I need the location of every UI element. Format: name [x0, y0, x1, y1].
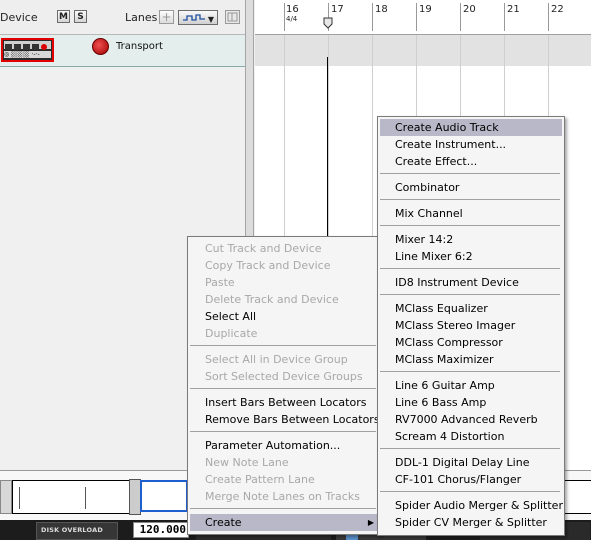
- tempo-display[interactable]: 120.000: [133, 522, 189, 538]
- disk-overload-indicator: DISK OVERLOAD: [36, 522, 118, 540]
- menu-item-duplicate[interactable]: Duplicate: [190, 325, 378, 342]
- menu-separator: [190, 345, 376, 346]
- lane-grid-icon: [227, 12, 238, 22]
- menu-item-create[interactable]: Create ▶: [190, 514, 378, 531]
- submenu-item-rv7000[interactable]: RV7000 Advanced Reverb: [380, 411, 562, 428]
- add-lane-button[interactable]: +: [159, 10, 174, 24]
- menu-item-new-note-lane[interactable]: New Note Lane: [190, 454, 378, 471]
- menu-separator: [380, 268, 560, 269]
- submenu-item-mclass-maximizer[interactable]: MClass Maximizer: [380, 351, 562, 368]
- submenu-item-mclass-equalizer[interactable]: MClass Equalizer: [380, 300, 562, 317]
- transport-controls-icon: [4, 41, 51, 50]
- lane-options-button[interactable]: [225, 10, 240, 24]
- ruler-tick: [416, 3, 417, 31]
- overview-visible-region[interactable]: [140, 480, 188, 512]
- ruler-bar-number: 21: [507, 4, 520, 15]
- ruler-bar-number: 18: [375, 4, 388, 15]
- menu-item-select-all-in-group[interactable]: Select All in Device Group: [190, 351, 378, 368]
- menu-item-insert-bars[interactable]: Insert Bars Between Locators: [190, 394, 378, 411]
- ruler-bar-number: 20: [463, 4, 476, 15]
- overview-left-section[interactable]: [12, 480, 134, 514]
- submenu-item-mix-channel[interactable]: Mix Channel: [380, 205, 562, 222]
- menu-item-remove-bars[interactable]: Remove Bars Between Locators: [190, 411, 380, 428]
- menu-separator: [380, 371, 560, 372]
- bar-ruler[interactable]: 16 4/4 17 18 19 20 21 22: [255, 0, 591, 35]
- transport-track-name: Transport: [116, 41, 163, 52]
- device-column-label: Device: [0, 11, 38, 24]
- transport-lane[interactable]: [255, 35, 591, 66]
- submenu-item-create-audio-track[interactable]: Create Audio Track: [380, 119, 562, 136]
- time-signature-label: 4/4: [286, 15, 298, 23]
- submenu-item-scream-4[interactable]: Scream 4 Distortion: [380, 428, 562, 445]
- chevron-down-icon: ▼: [207, 15, 214, 24]
- menu-separator: [380, 491, 560, 492]
- menu-item-sort-device-groups[interactable]: Sort Selected Device Groups: [190, 368, 378, 385]
- submenu-arrow-icon: ▶: [367, 518, 374, 527]
- menu-separator: [380, 448, 560, 449]
- overview-right-section[interactable]: [563, 480, 591, 514]
- ruler-bar-number: 16: [286, 4, 299, 15]
- submenu-item-ddl-1[interactable]: DDL-1 Digital Delay Line: [380, 454, 562, 471]
- submenu-item-mixer-14-2[interactable]: Mixer 14:2: [380, 231, 562, 248]
- menu-separator: [380, 225, 560, 226]
- automation-wave-icon: [183, 14, 205, 21]
- tempo-value: 120.000: [139, 523, 186, 536]
- submenu-item-id8[interactable]: ID8 Instrument Device: [380, 274, 562, 291]
- menu-separator: [190, 388, 376, 389]
- menu-item-parameter-automation[interactable]: Parameter Automation...: [190, 437, 378, 454]
- transport-track-icon: [92, 38, 109, 55]
- mute-all-button[interactable]: M: [57, 10, 70, 23]
- disk-overload-label: DISK OVERLOAD: [41, 526, 103, 534]
- menu-item-cut-track[interactable]: Cut Track and Device: [190, 240, 378, 257]
- menu-item-create-pattern-lane[interactable]: Create Pattern Lane: [190, 471, 378, 488]
- create-submenu: Create Audio Track Create Instrument... …: [377, 116, 565, 536]
- overview-marker: [85, 487, 86, 509]
- overview-left-edge[interactable]: [0, 480, 12, 514]
- song-position-marker-icon[interactable]: [323, 17, 333, 29]
- submenu-item-create-effect[interactable]: Create Effect...: [380, 153, 562, 170]
- menu-item-create-label: Create: [205, 516, 242, 529]
- ruler-tick: [504, 3, 505, 31]
- ruler-bar-number: 19: [419, 4, 432, 15]
- ruler-bar-number: 17: [331, 4, 344, 15]
- menu-separator: [380, 173, 560, 174]
- submenu-item-line6-guitar-amp[interactable]: Line 6 Guitar Amp: [380, 377, 562, 394]
- ruler-tick: [372, 3, 373, 31]
- submenu-item-mclass-stereo-imager[interactable]: MClass Stereo Imager: [380, 317, 562, 334]
- transport-counter-icon: ◎ ░░░░ ·-·-: [4, 51, 51, 58]
- ruler-bar-number: 22: [551, 4, 564, 15]
- menu-separator: [380, 294, 560, 295]
- menu-separator: [380, 199, 560, 200]
- submenu-item-combinator[interactable]: Combinator: [380, 179, 562, 196]
- transport-device-thumbnail[interactable]: ◎ ░░░░ ·-·-: [1, 38, 54, 62]
- submenu-item-line-mixer-6-2[interactable]: Line Mixer 6:2: [380, 248, 562, 265]
- ruler-tick: [460, 3, 461, 31]
- menu-item-merge-note-lanes[interactable]: Merge Note Lanes on Tracks: [190, 488, 378, 505]
- menu-item-select-all[interactable]: Select All: [190, 308, 378, 325]
- track-list-header: Device M S Lanes + ▼: [0, 0, 245, 35]
- submenu-item-create-instrument[interactable]: Create Instrument...: [380, 136, 562, 153]
- overview-marker: [19, 487, 20, 509]
- lane-type-dropdown[interactable]: ▼: [178, 10, 218, 25]
- submenu-item-cf-101[interactable]: CF-101 Chorus/Flanger: [380, 471, 562, 488]
- track-context-menu: Cut Track and Device Copy Track and Devi…: [187, 236, 381, 535]
- menu-item-paste[interactable]: Paste: [190, 274, 378, 291]
- menu-item-copy-track[interactable]: Copy Track and Device: [190, 257, 378, 274]
- submenu-item-line6-bass-amp[interactable]: Line 6 Bass Amp: [380, 394, 562, 411]
- submenu-item-spider-cv[interactable]: Spider CV Merger & Splitter: [380, 514, 562, 531]
- ruler-tick: [284, 3, 285, 31]
- transport-track-row[interactable]: ◎ ░░░░ ·-·- Transport: [0, 35, 245, 67]
- solo-all-button[interactable]: S: [74, 10, 87, 23]
- menu-item-delete-track[interactable]: Delete Track and Device: [190, 291, 378, 308]
- lanes-label: Lanes: [125, 11, 158, 24]
- ruler-tick: [548, 3, 549, 31]
- submenu-item-mclass-compressor[interactable]: MClass Compressor: [380, 334, 562, 351]
- menu-separator: [190, 431, 376, 432]
- menu-separator: [190, 508, 376, 509]
- submenu-item-spider-audio[interactable]: Spider Audio Merger & Splitter: [380, 497, 563, 514]
